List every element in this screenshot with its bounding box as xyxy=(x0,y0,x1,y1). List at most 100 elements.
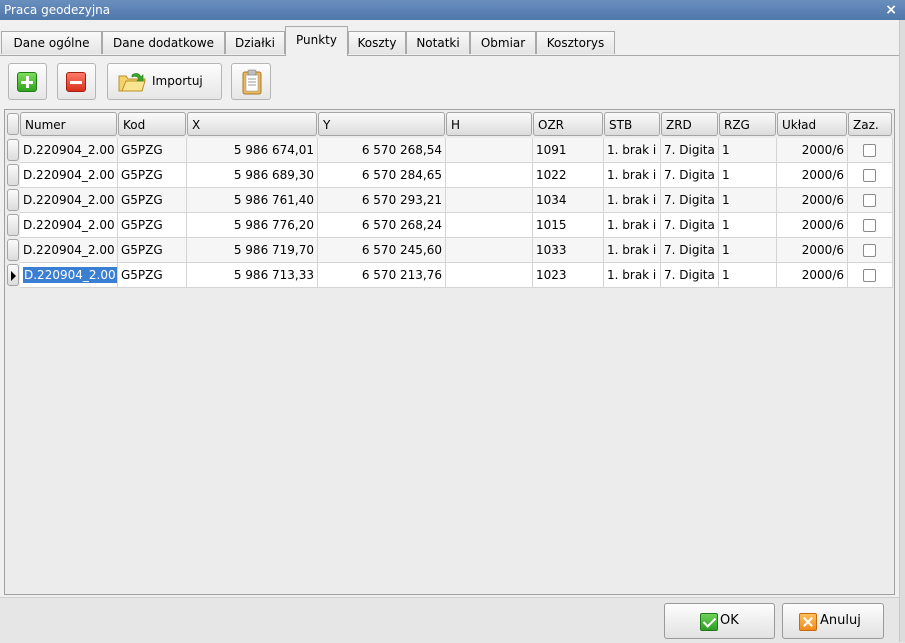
row-selector[interactable] xyxy=(7,239,19,261)
cell-stb[interactable]: 1. brak i xyxy=(604,188,661,213)
cell-x[interactable]: 5 986 761,40 xyxy=(187,188,318,213)
cell-zrd[interactable]: 7. Digita xyxy=(661,188,719,213)
cell-ozr[interactable]: 1023 xyxy=(533,263,604,288)
cell-y[interactable]: 6 570 268,24 xyxy=(318,213,446,238)
cell-rzg[interactable]: 1 xyxy=(719,138,777,163)
row-selector[interactable] xyxy=(7,189,19,211)
row-selector[interactable] xyxy=(7,164,19,186)
cell-x[interactable]: 5 986 719,70 xyxy=(187,238,318,263)
cancel-button[interactable]: Anuluj xyxy=(782,603,884,639)
column-header-kod[interactable]: Kod xyxy=(118,112,186,136)
cell-ozr[interactable]: 1091 xyxy=(533,138,604,163)
cell-h[interactable] xyxy=(446,213,533,238)
cell-rzg[interactable]: 1 xyxy=(719,163,777,188)
cell-y[interactable]: 6 570 245,60 xyxy=(318,238,446,263)
cell-kod[interactable]: G5PZG xyxy=(118,138,187,163)
tab-obmiar[interactable]: Obmiar xyxy=(470,31,536,54)
cell-numer[interactable]: D.220904_2.00 xyxy=(20,263,118,288)
cell-kod[interactable]: G5PZG xyxy=(118,213,187,238)
tab-dzialki[interactable]: Działki xyxy=(225,31,285,54)
zaz-checkbox[interactable] xyxy=(863,169,876,182)
cell-zrd[interactable]: 7. Digita xyxy=(661,238,719,263)
zaz-checkbox[interactable] xyxy=(863,144,876,157)
column-header-h[interactable]: H xyxy=(446,112,532,136)
ok-button[interactable]: OK xyxy=(664,603,775,639)
column-header-ozr[interactable]: OZR xyxy=(533,112,603,136)
cell-ozr[interactable]: 1033 xyxy=(533,238,604,263)
column-header-numer[interactable]: Numer xyxy=(20,112,117,136)
cell-zrd[interactable]: 7. Digita xyxy=(661,263,719,288)
cell-numer[interactable]: D.220904_2.00 xyxy=(20,163,118,188)
cell-ozr[interactable]: 1022 xyxy=(533,163,604,188)
cell-zrd[interactable]: 7. Digita xyxy=(661,138,719,163)
cell-uklad[interactable]: 2000/6 xyxy=(777,263,848,288)
table-row[interactable]: D.220904_2.00 G5PZG 5 986 776,20 6 570 268,… xyxy=(5,213,894,238)
cell-h[interactable] xyxy=(446,138,533,163)
row-selector[interactable] xyxy=(7,214,19,236)
cell-stb[interactable]: 1. brak i xyxy=(604,138,661,163)
cell-y[interactable]: 6 570 268,54 xyxy=(318,138,446,163)
cell-h[interactable] xyxy=(446,238,533,263)
cell-uklad[interactable]: 2000/6 xyxy=(777,188,848,213)
cell-h[interactable] xyxy=(446,263,533,288)
table-row[interactable]: D.220904_2.00 G5PZG 5 986 689,30 6 570 284,… xyxy=(5,163,894,188)
cell-ozr[interactable]: 1015 xyxy=(533,213,604,238)
cell-x[interactable]: 5 986 674,01 xyxy=(187,138,318,163)
tab-notatki[interactable]: Notatki xyxy=(406,31,470,54)
table-row[interactable]: D.220904_2.00 G5PZG 5 986 713,33 6 570 213,… xyxy=(5,263,894,288)
add-button[interactable] xyxy=(8,63,47,100)
header-row-selector[interactable] xyxy=(7,113,19,135)
tab-koszty[interactable]: Koszty xyxy=(348,31,406,54)
cell-stb[interactable]: 1. brak i xyxy=(604,213,661,238)
column-header-uklad[interactable]: Układ xyxy=(777,112,847,136)
cell-h[interactable] xyxy=(446,163,533,188)
cell-numer[interactable]: D.220904_2.00 xyxy=(20,138,118,163)
cell-zrd[interactable]: 7. Digita xyxy=(661,163,719,188)
cell-x[interactable]: 5 986 713,33 xyxy=(187,263,318,288)
cell-zrd[interactable]: 7. Digita xyxy=(661,213,719,238)
cell-y[interactable]: 6 570 293,21 xyxy=(318,188,446,213)
tab-dane-dodatkowe[interactable]: Dane dodatkowe xyxy=(102,31,225,54)
column-header-zrd[interactable]: ZRD xyxy=(661,112,718,136)
cell-stb[interactable]: 1. brak i xyxy=(604,163,661,188)
cell-numer[interactable]: D.220904_2.00 xyxy=(20,238,118,263)
cell-x[interactable]: 5 986 689,30 xyxy=(187,163,318,188)
column-header-zaz[interactable]: Zaz. xyxy=(848,112,892,136)
cell-rzg[interactable]: 1 xyxy=(719,238,777,263)
table-row[interactable]: D.220904_2.00 G5PZG 5 986 761,40 6 570 293,… xyxy=(5,188,894,213)
zaz-checkbox[interactable] xyxy=(863,194,876,207)
cell-kod[interactable]: G5PZG xyxy=(118,163,187,188)
cell-y[interactable]: 6 570 213,76 xyxy=(318,263,446,288)
cell-numer[interactable]: D.220904_2.00 xyxy=(20,213,118,238)
table-row[interactable]: D.220904_2.00 G5PZG 5 986 674,01 6 570 268,… xyxy=(5,138,894,163)
table-row[interactable]: D.220904_2.00 G5PZG 5 986 719,70 6 570 245,… xyxy=(5,238,894,263)
cell-kod[interactable]: G5PZG xyxy=(118,238,187,263)
row-selector[interactable] xyxy=(7,139,19,161)
cell-uklad[interactable]: 2000/6 xyxy=(777,138,848,163)
points-grid[interactable]: Numer Kod X Y H OZR STB ZRD RZG Układ Za… xyxy=(4,109,895,595)
cell-numer[interactable]: D.220904_2.00 xyxy=(20,188,118,213)
tab-punkty[interactable]: Punkty xyxy=(285,26,348,56)
column-header-stb[interactable]: STB xyxy=(604,112,660,136)
tab-kosztorys[interactable]: Kosztorys xyxy=(536,31,615,54)
zaz-checkbox[interactable] xyxy=(863,269,876,282)
cell-kod[interactable]: G5PZG xyxy=(118,263,187,288)
remove-button[interactable] xyxy=(57,63,96,100)
cell-x[interactable]: 5 986 776,20 xyxy=(187,213,318,238)
column-header-x[interactable]: X xyxy=(187,112,317,136)
cell-stb[interactable]: 1. brak i xyxy=(604,238,661,263)
cell-uklad[interactable]: 2000/6 xyxy=(777,163,848,188)
zaz-checkbox[interactable] xyxy=(863,244,876,257)
cell-h[interactable] xyxy=(446,188,533,213)
row-selector[interactable] xyxy=(7,264,19,286)
column-header-rzg[interactable]: RZG xyxy=(719,112,776,136)
cell-ozr[interactable]: 1034 xyxy=(533,188,604,213)
cell-stb[interactable]: 1. brak i xyxy=(604,263,661,288)
cell-rzg[interactable]: 1 xyxy=(719,188,777,213)
cell-rzg[interactable]: 1 xyxy=(719,213,777,238)
zaz-checkbox[interactable] xyxy=(863,219,876,232)
cell-y[interactable]: 6 570 284,65 xyxy=(318,163,446,188)
cell-uklad[interactable]: 2000/6 xyxy=(777,238,848,263)
close-icon[interactable]: × xyxy=(885,0,897,20)
tab-dane-ogolne[interactable]: Dane ogólne xyxy=(1,31,102,54)
